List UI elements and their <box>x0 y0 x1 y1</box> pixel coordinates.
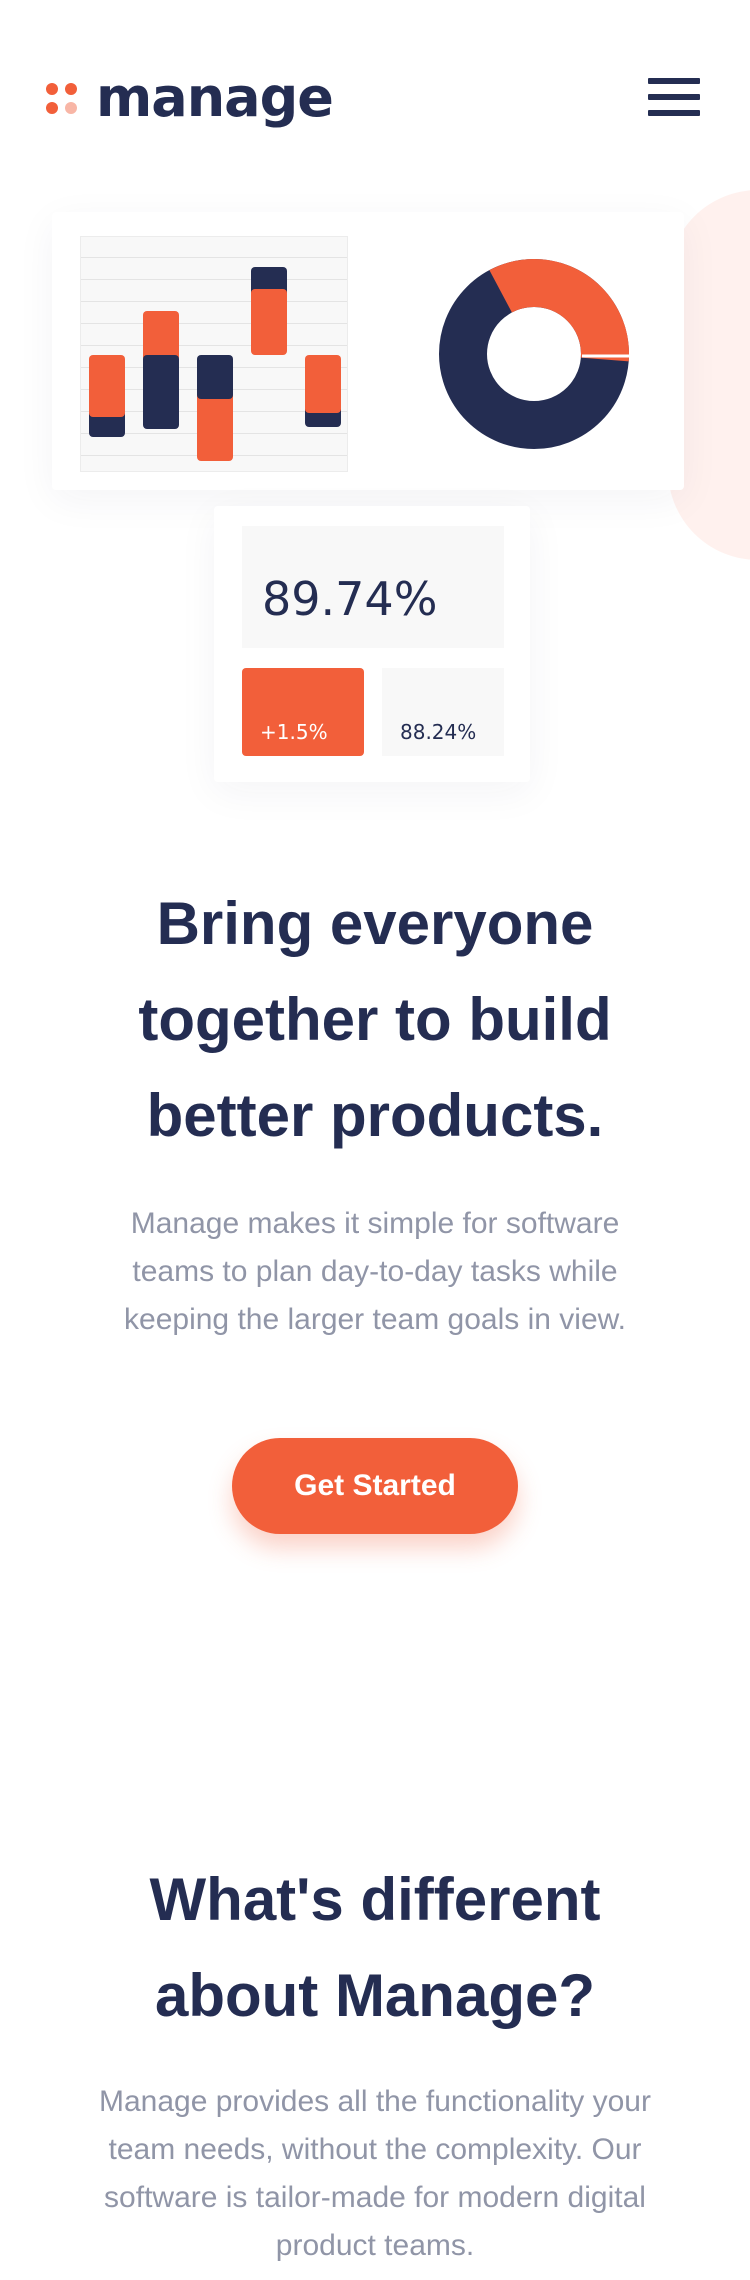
hamburger-menu-icon[interactable] <box>648 78 700 116</box>
hero-title: Bring everyone together to build better … <box>60 876 690 1164</box>
hero-description: Manage makes it simple for software team… <box>124 1207 626 1336</box>
hero-title-line: Bring everyone <box>156 890 594 957</box>
section-description: Manage provides all the functionality yo… <box>99 2085 651 2262</box>
logo-icon <box>46 81 78 115</box>
change-stat-value: +1.5% <box>260 720 328 744</box>
main-stat-value: 89.74% <box>262 572 438 626</box>
secondary-stat-panel: 88.24% <box>382 668 504 756</box>
site-header: manage <box>0 0 750 200</box>
change-stat-panel: +1.5% <box>242 668 364 756</box>
section-title-line: about Manage? <box>154 1962 595 2029</box>
logo[interactable]: manage <box>46 66 334 129</box>
main-stat-panel: 89.74% <box>242 526 504 648</box>
section-title: What's different about Manage? <box>60 1852 690 2044</box>
secondary-stat-value: 88.24% <box>400 720 477 744</box>
hero-title-line: together to build <box>138 986 612 1053</box>
section-title-line: What's different <box>149 1866 601 1933</box>
logo-wordmark: manage <box>96 66 334 129</box>
hero-title-line: better products. <box>146 1082 604 1149</box>
bar-chart-illustration <box>80 236 348 472</box>
get-started-button[interactable]: Get Started <box>232 1438 518 1534</box>
donut-chart-illustration <box>438 258 630 450</box>
